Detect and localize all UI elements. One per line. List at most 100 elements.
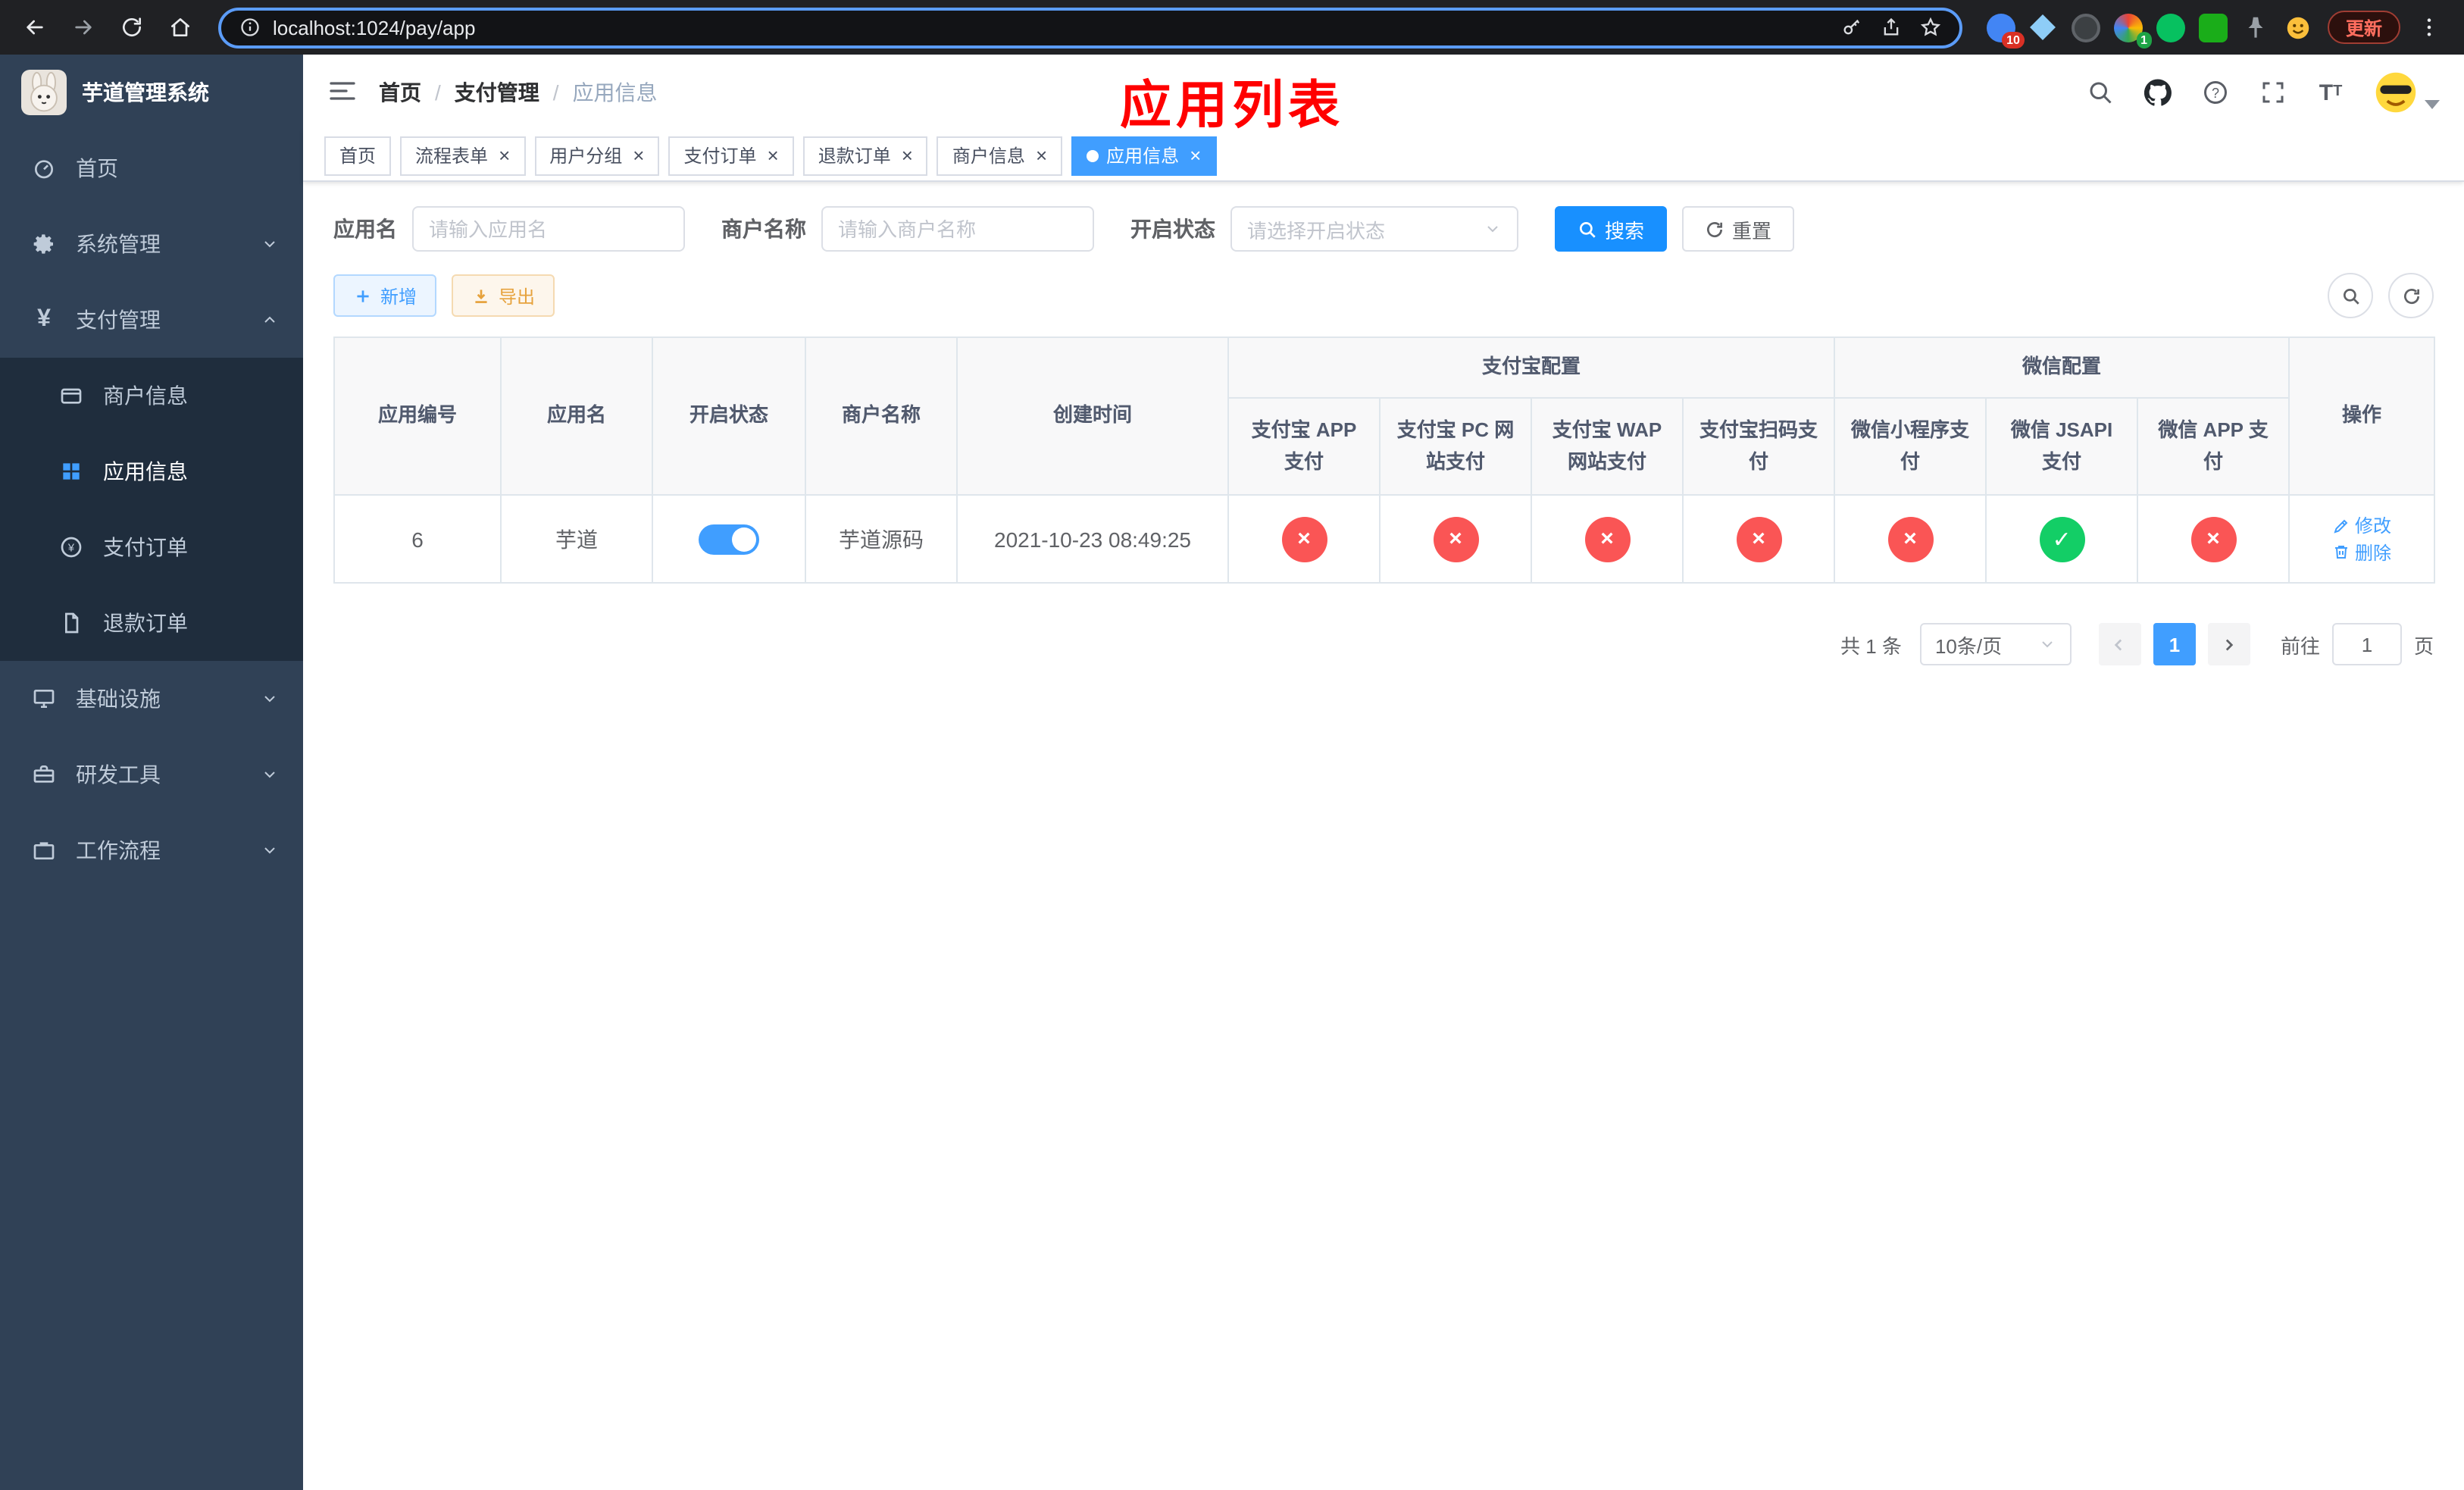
sidebar-item-app-info[interactable]: 应用信息 [0, 434, 303, 509]
font-size-button[interactable]: TT [2315, 77, 2346, 108]
tab-merchant-info[interactable]: 商户信息 × [937, 136, 1063, 175]
tab-label: 退款订单 [818, 146, 891, 167]
next-page-button[interactable] [2207, 623, 2250, 665]
extension-color-icon[interactable]: 1 [2113, 13, 2152, 48]
close-icon[interactable]: × [499, 146, 510, 165]
status-alipay-pc: × [1433, 516, 1478, 562]
col-header-app-id: 应用编号 [333, 337, 502, 496]
header-search-button[interactable] [2085, 77, 2115, 108]
tab-flow-form[interactable]: 流程表单 × [400, 136, 526, 175]
sidebar-item-label: 支付管理 [76, 308, 161, 332]
bookmark-star-icon[interactable] [1920, 17, 1941, 38]
screen: localhost:1024/pay/app 10 1 更新 芋道管理系统 首页… [0, 0, 2464, 1490]
close-icon[interactable]: × [768, 146, 779, 165]
address-bar[interactable]: localhost:1024/pay/app [218, 7, 1962, 48]
extension-diamond-icon[interactable] [2029, 13, 2058, 42]
sidebar-item-merchant-info[interactable]: 商户信息 [0, 358, 303, 434]
export-button[interactable]: 导出 [452, 274, 555, 317]
page-number-button[interactable]: 1 [2153, 623, 2196, 665]
status-alipay-qr: × [1736, 516, 1781, 562]
status-select[interactable]: 请选择开启状态 [1230, 206, 1518, 252]
col-header-actions: 操作 [2288, 337, 2436, 496]
col-header-created: 创建时间 [956, 337, 1229, 496]
col-group-wechat: 微信配置 [1834, 337, 2290, 399]
page-unit-label: 页 [2413, 634, 2434, 657]
sidebar-item-infra[interactable]: 基础设施 [0, 661, 303, 737]
sidebar-logo-row[interactable]: 芋道管理系统 [0, 55, 303, 130]
tab-label: 应用信息 [1106, 146, 1180, 167]
browser-home-button[interactable] [161, 8, 200, 47]
merchant-name-input[interactable] [821, 206, 1094, 252]
extension-smiley-icon[interactable] [2284, 13, 2312, 42]
font-size-icon: T [2333, 83, 2343, 100]
chevron-down-icon [264, 241, 275, 248]
sidebar-item-system[interactable]: 系统管理 [0, 206, 303, 282]
sidebar-item-payment[interactable]: ¥ 支付管理 [0, 282, 303, 358]
tab-label: 支付订单 [683, 146, 757, 167]
user-menu[interactable] [2373, 70, 2440, 115]
close-icon[interactable]: × [902, 146, 913, 165]
tab-home[interactable]: 首页 [324, 136, 392, 175]
help-button[interactable]: ? [2200, 77, 2231, 108]
sidebar-item-pay-order[interactable]: ¥ 支付订单 [0, 509, 303, 585]
sidebar-item-refund-order[interactable]: 退款订单 [0, 585, 303, 661]
sidebar-item-home[interactable]: 首页 [0, 130, 303, 206]
extension-green-circle-icon[interactable] [2156, 13, 2185, 42]
password-key-icon[interactable] [1841, 17, 1862, 38]
chevron-down-icon [1487, 226, 1498, 233]
col-header-wx-mini: 微信小程序支付 [1834, 397, 1987, 496]
prev-page-button[interactable] [2098, 623, 2141, 665]
reset-button[interactable]: 重置 [1682, 206, 1795, 252]
sidebar-item-dev-tools[interactable]: 研发工具 [0, 737, 303, 812]
chevron-up-icon [264, 316, 275, 323]
browser-toolbar: localhost:1024/pay/app 10 1 更新 [0, 0, 2464, 55]
close-icon[interactable]: × [1036, 146, 1047, 165]
tab-user-group[interactable]: 用户分组 × [534, 136, 660, 175]
tab-pay-order[interactable]: 支付订单 × [668, 136, 794, 175]
extension-green-square-icon[interactable] [2198, 13, 2228, 42]
fullscreen-button[interactable] [2258, 77, 2288, 108]
pencil-icon [2334, 518, 2348, 533]
browser-back-button[interactable] [15, 8, 55, 47]
hamburger-icon[interactable] [327, 75, 358, 110]
search-button[interactable]: 搜索 [1555, 206, 1668, 252]
search-icon [2342, 287, 2359, 304]
tab-label: 用户分组 [549, 146, 623, 167]
extension-dark-icon[interactable] [2071, 13, 2100, 42]
page-title-annotation: 应用列表 [1120, 77, 1344, 135]
browser-menu-button[interactable] [2409, 8, 2449, 47]
yen-icon: ¥ [37, 306, 51, 332]
enabled-switch[interactable] [699, 524, 759, 554]
url-text[interactable]: localhost:1024/pay/app [273, 16, 1829, 39]
sidebar-item-label: 基础设施 [76, 687, 161, 711]
browser-forward-button[interactable] [64, 8, 103, 47]
trash-icon [2335, 546, 2348, 559]
browser-reload-button[interactable] [112, 8, 152, 47]
browser-update-button[interactable]: 更新 [2327, 11, 2400, 44]
github-button[interactable] [2143, 77, 2173, 108]
refresh-table-button[interactable] [2388, 273, 2434, 318]
close-icon[interactable]: × [633, 146, 644, 165]
grid-icon [58, 458, 85, 485]
refresh-icon [1707, 221, 1723, 237]
breadcrumb-home[interactable]: 首页 [379, 77, 421, 108]
tab-app-info[interactable]: 应用信息 × [1071, 136, 1217, 175]
edit-link[interactable]: 修改 [2332, 512, 2391, 538]
toggle-search-button[interactable] [2328, 273, 2373, 318]
delete-link[interactable]: 删除 [2332, 539, 2391, 565]
add-button[interactable]: 新增 [333, 274, 437, 317]
page-size-select[interactable]: 10条/页 [1919, 623, 2072, 665]
share-icon[interactable] [1881, 17, 1902, 38]
goto-page-input[interactable] [2331, 623, 2402, 665]
tab-refund-order[interactable]: 退款订单 × [802, 136, 928, 175]
close-icon[interactable]: × [1190, 146, 1201, 165]
info-icon[interactable] [239, 17, 261, 38]
page-size-value: 10条/页 [1934, 634, 2003, 657]
sidebar-item-workflow[interactable]: 工作流程 [0, 812, 303, 888]
cell-merchant: 芋道源码 [805, 494, 958, 584]
breadcrumb-section[interactable]: 支付管理 [455, 77, 539, 108]
extension-blue-icon[interactable]: 10 [1986, 13, 2025, 48]
extension-pin-icon[interactable] [2241, 13, 2270, 42]
app-name-input[interactable] [412, 206, 685, 252]
sidebar-item-label: 商户信息 [103, 383, 188, 408]
